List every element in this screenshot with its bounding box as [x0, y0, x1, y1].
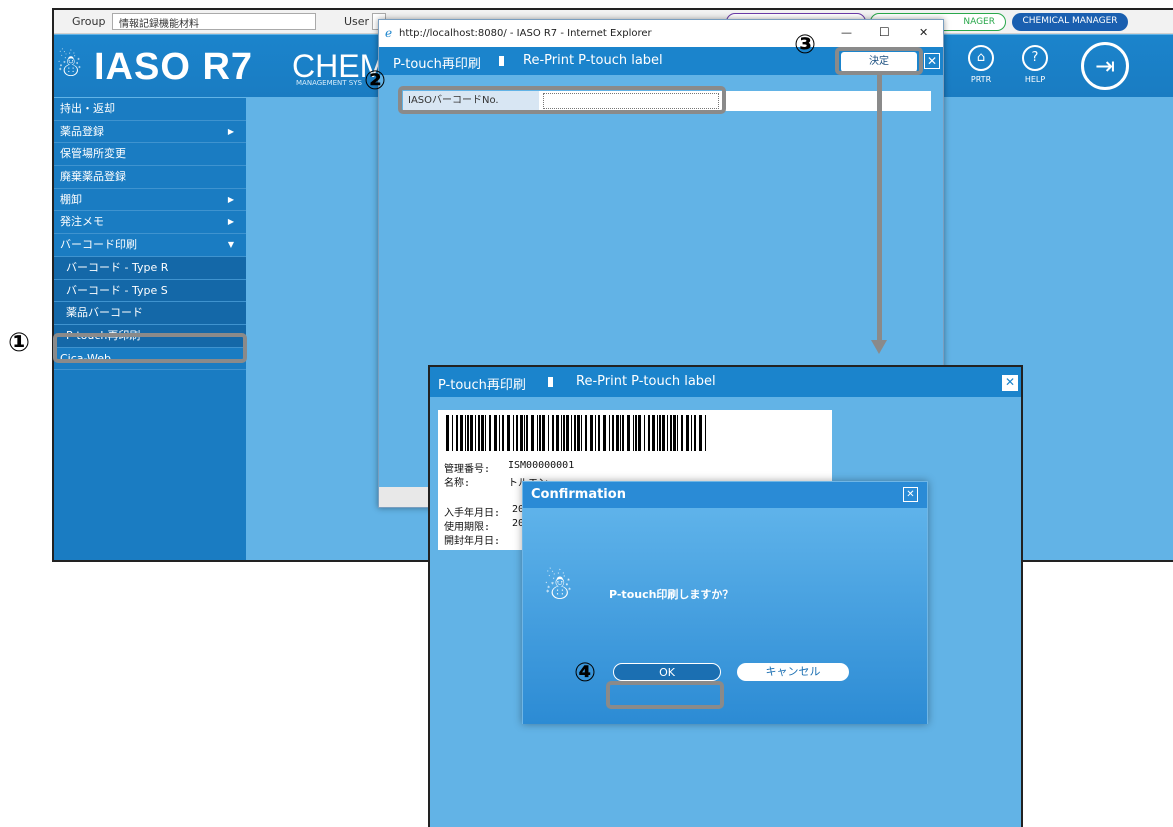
- chem-subtitle: MANAGEMENT SYS: [296, 79, 362, 87]
- confirmation-message: P-touch印刷しますか？: [609, 588, 734, 601]
- label-window-title-jp: P-touch再印刷: [438, 378, 526, 393]
- name-label: 名称:: [444, 478, 471, 489]
- mascot-logo-icon: ☃: [56, 49, 83, 84]
- callout-number-3: ③: [793, 30, 816, 60]
- group-select[interactable]: 情報記録機能材料: [112, 13, 316, 30]
- window-split-icon: [546, 375, 560, 389]
- ie-bar-close-icon[interactable]: ✕: [924, 53, 940, 69]
- callout-box-3: [835, 47, 923, 75]
- callout-box-1: [53, 333, 247, 363]
- sidebar-item-order-memo[interactable]: 発注メモ ▶: [54, 211, 246, 235]
- sidebar: 持出・返却 薬品登録 ▶ 保管場所変更 廃棄薬品登録 棚卸 ▶ 発注メモ ▶ バーコー…: [54, 98, 246, 560]
- chevron-right-icon: ▶: [227, 217, 234, 227]
- ok-button[interactable]: OK: [613, 663, 721, 681]
- chevron-right-icon: ▶: [227, 194, 234, 204]
- sidebar-item-chemical-barcode[interactable]: 薬品バーコード: [54, 302, 246, 325]
- sidebar-item-checkout[interactable]: 持出・返却: [54, 98, 246, 121]
- sidebar-item-disposal[interactable]: 廃棄薬品登録: [54, 166, 246, 189]
- opened-date-label: 開封年月日:: [444, 536, 501, 547]
- confirmation-close-icon[interactable]: ✕: [903, 487, 918, 502]
- window-split-icon: [497, 54, 511, 68]
- sidebar-item-barcode-print[interactable]: バーコード印刷 ▼: [54, 234, 246, 257]
- sidebar-item-barcode-type-s[interactable]: バーコード - Type S: [54, 279, 246, 303]
- mascot-icon: ☃: [543, 568, 574, 608]
- ie-bar-title-en: Re-Print P-touch label: [523, 53, 663, 68]
- label-window-close-icon[interactable]: ✕: [1001, 374, 1019, 392]
- prtr-label: PRTR: [970, 75, 992, 84]
- expiry-date-label: 使用期限:: [444, 522, 491, 533]
- ie-logo-icon: ℯ: [385, 26, 393, 40]
- barcode-image: [446, 415, 706, 451]
- cancel-button[interactable]: キャンセル: [737, 663, 849, 681]
- user-label: User: [344, 15, 370, 28]
- label-window-title-en: Re-Print P-touch label: [576, 374, 716, 389]
- chevron-right-icon: ▶: [227, 126, 234, 136]
- acquired-date-label: 入手年月日:: [444, 508, 501, 519]
- help-icon[interactable]: ?: [1022, 45, 1048, 71]
- ie-titlebar: ℯ http://localhost:8080/ - IASO R7 - Int…: [379, 20, 943, 47]
- control-number-value: ISM00000001: [508, 460, 575, 471]
- sidebar-item-barcode-type-r[interactable]: バーコード - Type R: [54, 256, 246, 280]
- flow-arrow-line: [877, 72, 882, 348]
- callout-number-4: ④: [573, 658, 596, 688]
- callout-box-2: [398, 86, 726, 114]
- label-window-header: P-touch再印刷 Re-Print P-touch label ✕: [430, 367, 1021, 397]
- ie-bar-title-jp: P-touch再印刷: [393, 57, 481, 72]
- chevron-down-icon: ▼: [227, 240, 234, 250]
- minimize-button[interactable]: —: [841, 26, 852, 39]
- logout-icon[interactable]: ⇥: [1081, 42, 1129, 90]
- flow-arrow-head-icon: [871, 340, 887, 354]
- control-number-label: 管理番号:: [444, 464, 491, 475]
- group-label: Group: [72, 15, 106, 28]
- maximize-button[interactable]: ☐: [879, 25, 890, 39]
- prtr-icon[interactable]: ⌂: [968, 45, 994, 71]
- ie-title-text: http://localhost:8080/ - IASO R7 - Inter…: [399, 28, 652, 39]
- callout-box-4: [606, 681, 724, 709]
- sidebar-item-location-change[interactable]: 保管場所変更: [54, 143, 246, 167]
- confirmation-body: ☃ P-touch印刷しますか？: [523, 508, 927, 724]
- confirmation-title: Confirmation: [523, 482, 927, 508]
- callout-number-1: ①: [7, 328, 30, 358]
- sidebar-item-register[interactable]: 薬品登録 ▶: [54, 121, 246, 144]
- help-label: HELP: [1024, 75, 1046, 84]
- callout-number-2: ②: [363, 66, 386, 96]
- close-button[interactable]: ✕: [919, 26, 928, 39]
- role-pill-chemical-manager[interactable]: CHEMICAL MANAGER: [1012, 13, 1128, 31]
- sidebar-item-inventory[interactable]: 棚卸 ▶: [54, 189, 246, 212]
- iaso-logo: IASO R7: [94, 46, 254, 88]
